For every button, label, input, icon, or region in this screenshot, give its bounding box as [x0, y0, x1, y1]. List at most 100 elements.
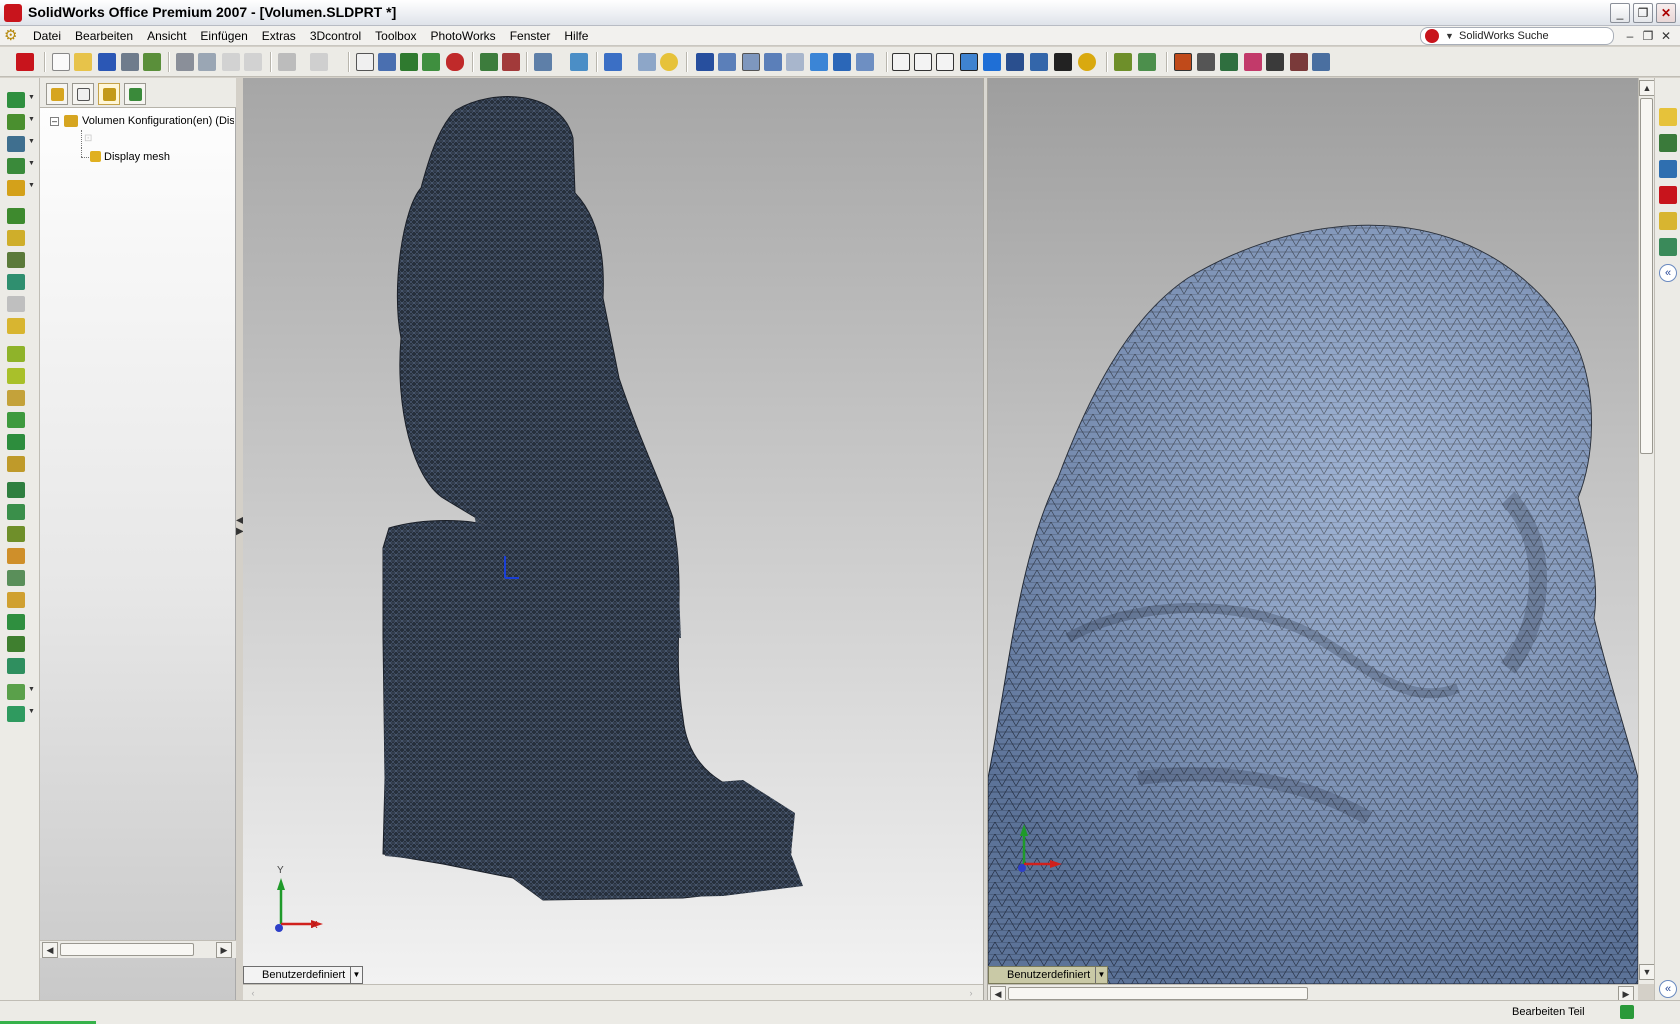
- menu-toolbox[interactable]: Toolbox: [368, 29, 423, 43]
- tree-root-row[interactable]: – Volumen Konfiguration(en) (Dis: [46, 112, 234, 130]
- solidworks-app-icon[interactable]: [4, 4, 22, 22]
- scroll-thumb[interactable]: [1008, 987, 1308, 1000]
- paste-icon[interactable]: [244, 53, 262, 71]
- shadows-icon[interactable]: [1006, 53, 1024, 71]
- feature-manager-tab[interactable]: [46, 83, 68, 105]
- graphics-viewport-right[interactable]: Benutzerdefiniert ▼: [988, 78, 1638, 984]
- zoom-selection-icon[interactable]: [786, 53, 804, 71]
- home-icon[interactable]: [1659, 108, 1677, 126]
- dome-icon[interactable]: [7, 456, 25, 472]
- chevron-down-icon[interactable]: ▼: [28, 138, 35, 145]
- help-status-icon[interactable]: [1620, 1005, 1634, 1019]
- hidden-lines-removed-icon[interactable]: [936, 53, 954, 71]
- table-icon[interactable]: [502, 53, 520, 71]
- chevron-down-icon[interactable]: ▼: [1095, 967, 1107, 983]
- extrude-boss-icon[interactable]: [7, 208, 25, 224]
- print-preview-icon[interactable]: [121, 53, 139, 71]
- spline-icon[interactable]: [7, 706, 25, 722]
- sketch-icon[interactable]: [400, 53, 418, 71]
- display-manager-tab[interactable]: [124, 83, 146, 105]
- shaded-with-edges-icon[interactable]: [960, 53, 978, 71]
- revolve-boss-icon[interactable]: [7, 230, 25, 246]
- scroll-thumb[interactable]: [60, 943, 194, 956]
- undo-icon[interactable]: [278, 53, 296, 71]
- chevron-down-icon[interactable]: ▼: [28, 708, 35, 715]
- solidworks-logo-icon[interactable]: ⚙: [4, 27, 22, 45]
- decal-icon[interactable]: [1290, 53, 1308, 71]
- view-orientation-icon[interactable]: [534, 53, 552, 71]
- collapse-toggle[interactable]: –: [50, 117, 59, 126]
- configuration-manager-tab[interactable]: [98, 83, 120, 105]
- select-pointer-icon[interactable]: [356, 53, 374, 71]
- graphics-viewport-left[interactable]: Y X Benutzerdefiniert ▼: [243, 78, 983, 984]
- scroll-thumb[interactable]: [1640, 98, 1653, 454]
- blocks-icon[interactable]: [7, 136, 25, 152]
- scene-icon[interactable]: [1220, 53, 1238, 71]
- light-icon[interactable]: [1266, 53, 1284, 71]
- reference-geometry-icon[interactable]: [7, 180, 25, 196]
- curves-icon[interactable]: [7, 684, 25, 700]
- menu-hilfe[interactable]: Hilfe: [557, 29, 595, 43]
- combine-icon[interactable]: [7, 658, 25, 674]
- right-viewport-vertical-scrollbar[interactable]: ▲ ▼: [1638, 78, 1655, 984]
- section-view-icon[interactable]: [1030, 53, 1048, 71]
- 3d-icon[interactable]: [1244, 53, 1262, 71]
- file-explorer-icon[interactable]: [1659, 212, 1677, 230]
- copy-icon[interactable]: [222, 53, 240, 71]
- hole-wizard-icon[interactable]: [7, 592, 25, 608]
- sweep-icon[interactable]: [7, 252, 25, 268]
- appearance-icon[interactable]: [1078, 53, 1096, 71]
- loft-icon[interactable]: [7, 274, 25, 290]
- doc-minimize-button[interactable]: –: [1622, 29, 1638, 43]
- redo-icon[interactable]: [310, 53, 328, 71]
- zoom-to-fit-icon[interactable]: [718, 53, 736, 71]
- animation-icon[interactable]: [1138, 53, 1156, 71]
- menu-einfuegen[interactable]: Einfügen: [193, 29, 254, 43]
- smart-dimension-icon[interactable]: [422, 53, 440, 71]
- chevron-down-icon[interactable]: ▼: [28, 686, 35, 693]
- zoom-in-out-icon[interactable]: [764, 53, 782, 71]
- cut-icon[interactable]: [7, 296, 25, 312]
- render-window-icon[interactable]: [1174, 53, 1192, 71]
- zoom-print-icon[interactable]: [198, 53, 216, 71]
- linear-pattern-icon[interactable]: [7, 482, 25, 498]
- minimize-button[interactable]: _: [1610, 3, 1630, 23]
- pan-icon[interactable]: [833, 53, 851, 71]
- menu-extras[interactable]: Extras: [255, 29, 303, 43]
- draft-icon[interactable]: [7, 412, 25, 428]
- wireframe-icon[interactable]: [892, 53, 910, 71]
- measure-icon[interactable]: [570, 53, 588, 71]
- menu-3dcontrol[interactable]: 3Dcontrol: [303, 29, 368, 43]
- doc-close-button[interactable]: ✕: [1658, 29, 1674, 43]
- camera-icon[interactable]: [1197, 53, 1215, 71]
- relations-icon[interactable]: [7, 114, 25, 130]
- menu-bearbeiten[interactable]: Bearbeiten: [68, 29, 140, 43]
- photoworks-render-icon[interactable]: [1114, 53, 1132, 71]
- wrap-icon[interactable]: [7, 434, 25, 450]
- scroll-left-button[interactable]: ◀: [42, 942, 58, 958]
- scale-icon[interactable]: [7, 614, 25, 630]
- chamfer-icon[interactable]: [7, 346, 25, 362]
- menu-datei[interactable]: Datei: [26, 29, 68, 43]
- view-orientation-dropdown[interactable]: Benutzerdefiniert ▼: [988, 966, 1108, 984]
- dimension-icon[interactable]: [7, 158, 25, 174]
- scroll-up-button[interactable]: ▲: [1639, 80, 1655, 96]
- menu-ansicht[interactable]: Ansicht: [140, 29, 193, 43]
- save-icon[interactable]: [98, 53, 116, 71]
- expand-pane-icon[interactable]: «: [1659, 980, 1677, 998]
- chevron-down-icon[interactable]: ▼: [28, 116, 35, 123]
- menu-photoworks[interactable]: PhotoWorks: [424, 29, 503, 43]
- previous-view-icon[interactable]: [696, 53, 714, 71]
- chevron-down-icon[interactable]: ▼: [28, 160, 35, 167]
- resources-icon[interactable]: [1659, 134, 1677, 152]
- grid-icon[interactable]: [480, 53, 498, 71]
- list-icon[interactable]: [638, 53, 656, 71]
- zoom-area-icon[interactable]: [742, 53, 760, 71]
- rib-icon[interactable]: [7, 390, 25, 406]
- tree-child-row[interactable]: Display mesh: [46, 148, 234, 166]
- scroll-right-button[interactable]: ▶: [216, 942, 232, 958]
- rotate-icon[interactable]: [810, 53, 828, 71]
- realview-icon[interactable]: [1054, 53, 1072, 71]
- view-orientation-dropdown[interactable]: Benutzerdefiniert ▼: [243, 966, 363, 984]
- split-icon[interactable]: [7, 636, 25, 652]
